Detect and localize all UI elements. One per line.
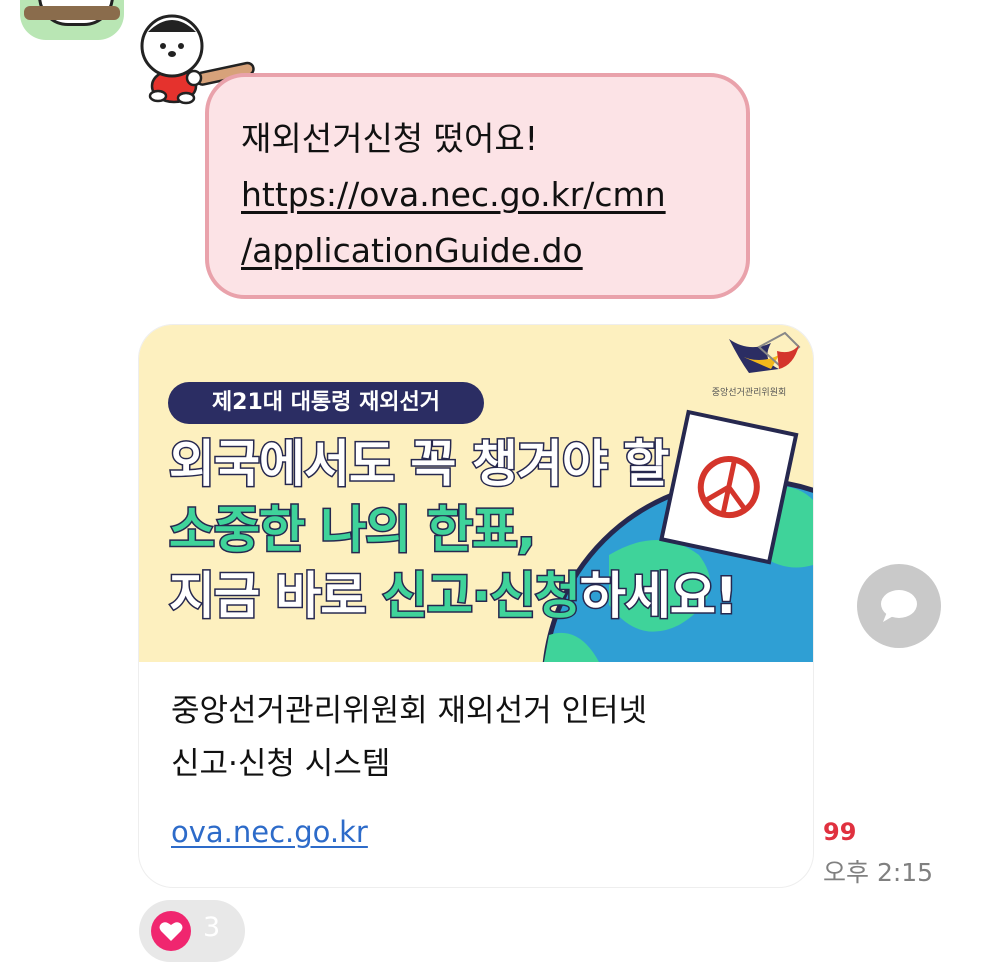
reaction-count: 3 <box>203 912 221 943</box>
banner-headline-3a: 지금 바로 <box>168 566 382 627</box>
reaction-badge[interactable]: 3 <box>139 900 245 962</box>
message-text: 재외선거신청 떴어요! <box>241 119 538 158</box>
speech-bubble-icon <box>881 590 917 622</box>
preview-title-line-1: 중앙선거관리위원회 재외선거 인터넷 <box>171 693 648 729</box>
link-preview-card[interactable]: 제21대 대통령 재외선거 중앙선거관리위원회 외국에서도 꼭 챙겨야 할 소중… <box>139 325 813 887</box>
message-timestamp: 오후 2:15 <box>823 858 934 887</box>
preview-banner-image: 제21대 대통령 재외선거 중앙선거관리위원회 외국에서도 꼭 챙겨야 할 소중… <box>139 325 813 662</box>
preview-title[interactable]: 중앙선거관리위원회 재외선거 인터넷 신고·신청 시스템 <box>171 685 771 791</box>
preview-domain-link[interactable]: ova.nec.go.kr <box>171 815 368 849</box>
banner-headline-1: 외국에서도 꼭 챙겨야 할 <box>167 434 670 495</box>
unread-count: 99 <box>823 818 857 846</box>
banner-headline-3: 지금 바로 신고·신청하세요! <box>168 566 740 627</box>
message-link-line-1[interactable]: https://ova.nec.go.kr/cmn <box>241 167 726 223</box>
avatar-desk <box>24 6 120 20</box>
message-bubble[interactable]: 재외선거신청 떴어요! https://ova.nec.go.kr/cmn /a… <box>205 73 750 299</box>
sender-avatar[interactable] <box>20 0 124 40</box>
comment-button[interactable] <box>857 564 941 648</box>
banner-headline-2: 소중한 나의 한표, <box>168 500 538 561</box>
heart-icon <box>151 911 191 951</box>
banner-headline-3b: 신고·신청 <box>380 566 582 627</box>
org-logo-text: 중앙선거관리위원회 <box>711 388 787 398</box>
message-link-line-2[interactable]: /applicationGuide.do <box>241 223 726 279</box>
banner-headline-3c: 하세요! <box>578 566 739 627</box>
preview-title-line-2: 신고·신청 시스템 <box>171 746 391 782</box>
election-badge: 제21대 대통령 재외선거 <box>168 382 484 424</box>
